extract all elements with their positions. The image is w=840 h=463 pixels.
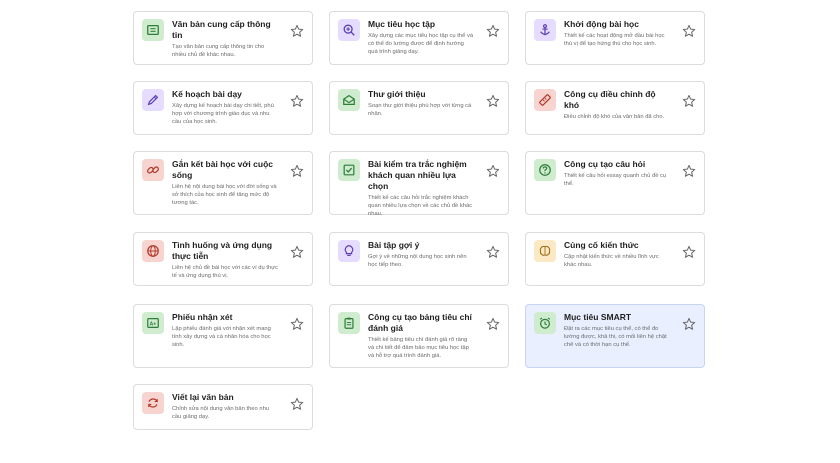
tool-card-title: Thư giới thiệu — [368, 89, 426, 99]
tool-card-title: Bài tập gợi ý — [368, 240, 420, 250]
star-icon[interactable] — [682, 24, 696, 38]
question-circle-icon — [534, 159, 556, 181]
star-icon[interactable] — [486, 24, 500, 38]
tool-card-description: Cập nhật kiến thức về nhiều lĩnh vực khá… — [564, 254, 659, 268]
tool-card-title: Mục tiêu học tập — [368, 19, 436, 29]
tool-card-title: Công cụ điều chỉnh độ khó — [564, 89, 656, 110]
mail-open-icon — [338, 89, 360, 111]
tool-card-bai-tap-goi-y[interactable]: Bài tập gợi ý Gợi ý về những nội dung học… — [329, 232, 509, 286]
tool-card-description: Điều chỉnh độ khó của văn bản đã cho. — [564, 114, 665, 120]
tool-card-thu-gioi-thieu[interactable]: Thư giới thiệu Soạn thư giới thiệu phù hợ… — [329, 81, 509, 135]
tool-card-description: Soạn thư giới thiệu phù hợp với từng cá … — [368, 103, 472, 117]
tool-card-muc-tieu-smart[interactable]: Mục tiêu SMART Đặt ra các mục tiêu cụ thể… — [525, 304, 705, 368]
tool-card-bai-kiem-tra-trac-nghiem-khach-quan-nhieu-lua-chon[interactable]: Bài kiểm tra trắc nghiệm khách quan nhiề… — [329, 151, 509, 217]
tool-card-khoi-dong-bai-hoc[interactable]: Khởi động bài học Thiết kế các hoạt động … — [525, 11, 705, 65]
star-icon[interactable] — [290, 164, 304, 178]
checkbox-icon — [338, 159, 360, 181]
tool-card-title: Công cụ tạo câu hỏi — [564, 159, 646, 169]
document-text-icon — [142, 19, 164, 41]
star-icon[interactable] — [682, 245, 696, 259]
star-icon[interactable] — [682, 94, 696, 108]
tool-card-title: Khởi động bài học — [564, 19, 639, 29]
globe-icon — [142, 240, 164, 262]
tool-card-cong-cu-dieu-chinh-do-kho[interactable]: Công cụ điều chỉnh độ khó Điều chỉnh độ k… — [525, 81, 705, 135]
tool-card-title: Kế hoạch bài dạy — [172, 89, 242, 99]
magnifier-plus-icon — [338, 19, 360, 41]
svg-text:A+: A+ — [150, 322, 157, 328]
tool-card-title: Công cụ tạo bảng tiêu chí đánh giá — [368, 312, 472, 333]
tool-card-description: Chỉnh sửa nội dung văn bản theo nhu cầu … — [172, 406, 270, 420]
tool-card-description: Tạo văn bản cung cấp thông tin cho nhiều… — [172, 44, 265, 58]
star-icon[interactable] — [682, 164, 696, 178]
tool-card-description: Lập phiếu đánh giá với nhận xét mang tín… — [172, 326, 271, 348]
star-icon[interactable] — [290, 94, 304, 108]
tool-card-tinh-huong-va-ung-dung-thuc-tien[interactable]: Tình huống và ứng dụng thực tiễn Liên hệ … — [133, 232, 313, 286]
tool-card-description: Gợi ý về những nội dung học sinh nên học… — [368, 254, 467, 268]
tool-card-title: Viết lại văn bản — [172, 392, 234, 402]
tool-card-van-ban-cung-cap-thong-tin[interactable]: Văn bản cung cấp thông tin Tạo văn bản cu… — [133, 11, 313, 65]
anchor-icon — [534, 19, 556, 41]
star-icon[interactable] — [290, 317, 304, 331]
star-icon[interactable] — [486, 317, 500, 331]
tool-card-title: Gắn kết bài học với cuộc sống — [172, 159, 273, 180]
tool-card-viet-lai-van-ban[interactable]: Viết lại văn bản Chỉnh sửa nội dung văn b… — [133, 384, 313, 430]
tool-card-gan-ket-bai-hoc-voi-cuoc-song[interactable]: Gắn kết bài học với cuộc sống Liên hệ nội… — [133, 151, 313, 215]
lightbulb-icon — [338, 240, 360, 262]
tool-card-title: Tình huống và ứng dụng thực tiễn — [172, 240, 273, 261]
tool-card-description: Xây dựng kế hoạch bài dạy chi tiết, phù … — [172, 103, 274, 125]
clipboard-icon — [338, 312, 360, 334]
alarm-clock-icon — [534, 312, 556, 334]
link-icon — [142, 159, 164, 181]
tool-card-cung-co-kien-thuc[interactable]: Củng cố kiến thức Cập nhật kiến thức về n… — [525, 232, 705, 286]
refresh-icon — [142, 392, 164, 414]
tool-card-phieu-nhan-xet[interactable]: A+ Phiếu nhận xét Lập phiếu đánh giá với n… — [133, 304, 313, 368]
tool-card-title: Phiếu nhận xét — [172, 312, 233, 322]
tool-grid: Văn bản cung cấp thông tin Tạo văn bản cu… — [0, 0, 840, 463]
tool-card-description: Liên hệ chủ đề bài học với các ví dụ thự… — [172, 265, 278, 279]
tool-card-cong-cu-tao-cau-hoi[interactable]: Công cụ tạo câu hỏi Thiết kế câu hỏi essa… — [525, 151, 705, 215]
tool-card-description: Đặt ra các mục tiêu cụ thể, có thể đo lư… — [564, 326, 667, 348]
star-icon[interactable] — [486, 164, 500, 178]
pencil-icon — [142, 89, 164, 111]
ruler-icon — [534, 89, 556, 111]
tool-card-title: Bài kiểm tra trắc nghiệm khách quan nhiề… — [368, 159, 467, 191]
grade-card-icon: A+ — [142, 312, 164, 334]
tool-card-description: Liên hệ nội dung bài học với đời sống và… — [172, 184, 277, 206]
tool-card-description: Xây dựng các mục tiêu học tập cụ thể và … — [368, 33, 474, 55]
tool-card-description: Thiết kế các câu hỏi trắc nghiệm khách q… — [368, 195, 473, 217]
tool-card-title: Văn bản cung cấp thông tin — [172, 19, 271, 40]
tool-card-description: Thiết kế bảng tiêu chí đánh giá rõ ràng … — [368, 337, 469, 359]
star-icon[interactable] — [486, 94, 500, 108]
star-icon[interactable] — [486, 245, 500, 259]
star-icon[interactable] — [682, 317, 696, 331]
tool-card-description: Thiết kế các hoạt động mở đầu bài học th… — [564, 33, 665, 47]
tool-card-title: Củng cố kiến thức — [564, 240, 639, 250]
star-icon[interactable] — [290, 24, 304, 38]
star-icon[interactable] — [290, 245, 304, 259]
tool-card-cong-cu-tao-bang-tieu-chi-danh-gia[interactable]: Công cụ tạo bảng tiêu chí đánh giá Thiết … — [329, 304, 509, 368]
tool-card-muc-tieu-hoc-tap[interactable]: Mục tiêu học tập Xây dựng các mục tiêu họ… — [329, 11, 509, 65]
tool-card-title: Mục tiêu SMART — [564, 312, 632, 322]
brain-icon — [534, 240, 556, 262]
star-icon[interactable] — [290, 397, 304, 411]
tool-card-ke-hoach-bai-day[interactable]: Kế hoạch bài dạy Xây dựng kế hoạch bài dạ… — [133, 81, 313, 135]
tool-card-description: Thiết kế câu hỏi essay quanh chủ đề cụ t… — [564, 173, 667, 187]
